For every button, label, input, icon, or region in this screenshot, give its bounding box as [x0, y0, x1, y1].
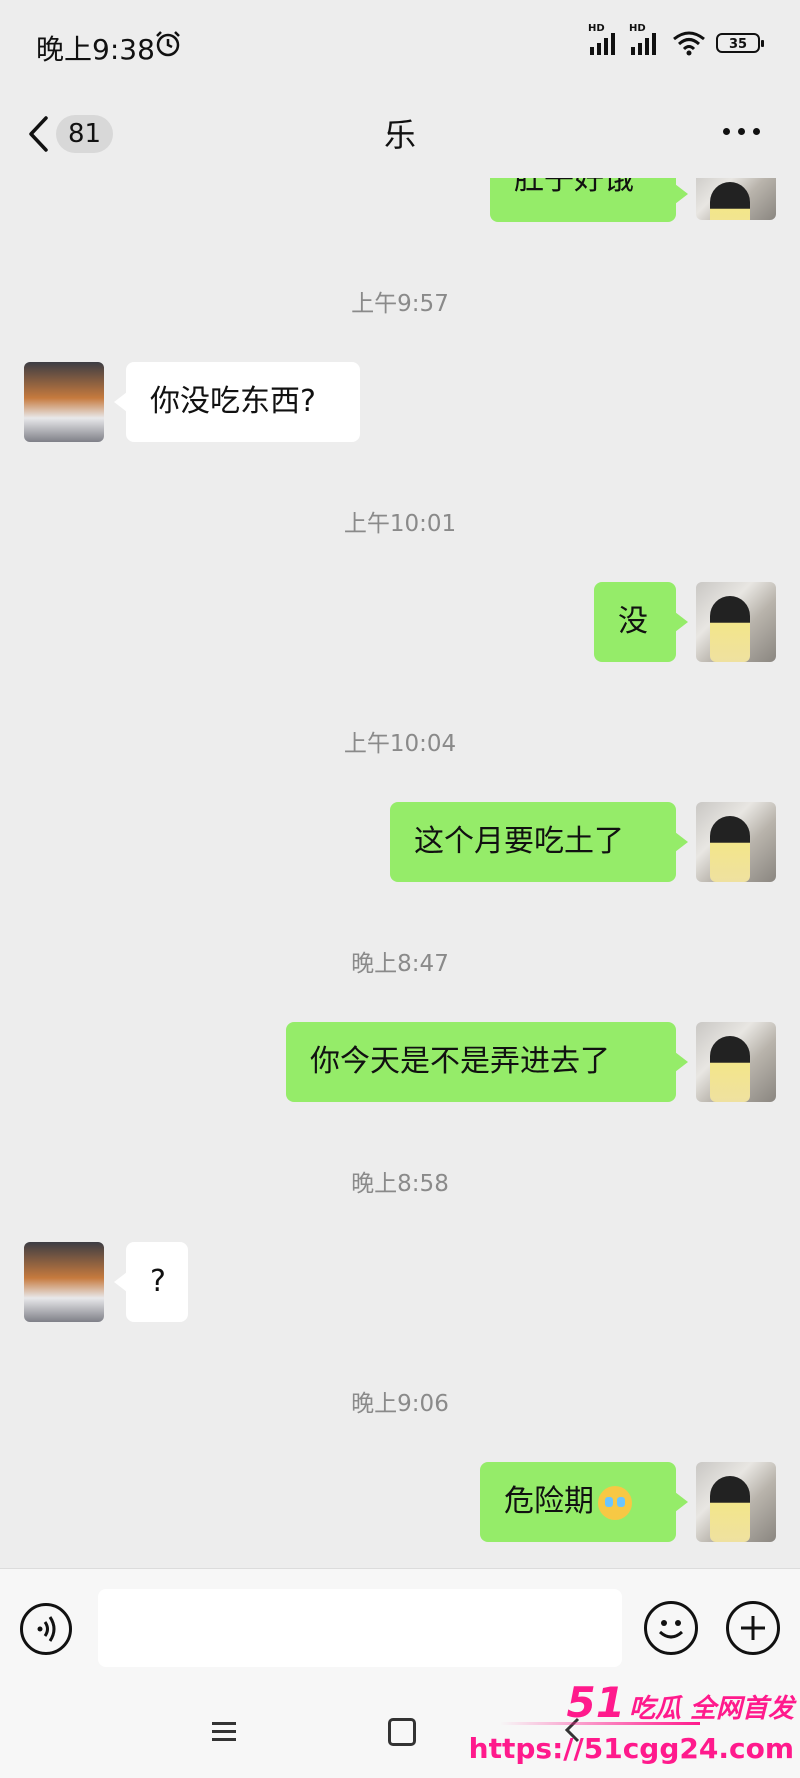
my-avatar[interactable] [696, 178, 776, 220]
wifi-icon [673, 31, 705, 56]
watermark-number: 51 [566, 1678, 625, 1727]
message-timestamp: 晚上9:06 [351, 1391, 449, 1417]
hd-label: HD [588, 23, 605, 34]
message-bubble-sent[interactable]: 你今天是不是弄进去了 [286, 1022, 688, 1102]
voice-icon [37, 1616, 56, 1642]
message-timestamp: 上午10:04 [343, 731, 457, 757]
message-text: 你没吃东西? [150, 384, 316, 419]
my-avatar[interactable] [696, 582, 776, 662]
watermark-brand: 51 吃瓜 全网首发 [566, 1678, 794, 1727]
watermark: 51 吃瓜 全网首发 https://51cgg24.com [469, 1674, 800, 1778]
emoji-icon [658, 1620, 684, 1639]
emoji-button[interactable] [644, 1601, 698, 1655]
hd-label-2: HD [629, 23, 646, 34]
menu-nav-button[interactable] [212, 1722, 236, 1746]
message-timestamp: 晚上8:58 [351, 1171, 449, 1197]
crying-face-emoji-icon [598, 1485, 632, 1520]
battery-level: 35 [728, 37, 748, 52]
message-text: 肚子好饿 [514, 178, 634, 197]
message-bubble-sent[interactable]: 肚子好饿 [490, 178, 688, 222]
input-bar [0, 1568, 800, 1687]
status-icons: HD HD 35 [588, 23, 764, 56]
message-bubble-sent[interactable]: 没 [594, 582, 688, 662]
message-text: 危险期 [504, 1484, 594, 1519]
message-list[interactable]: 肚子好饿 上午9:57 你没吃东西? 上午10:01 没 上午10:04 这个月… [0, 178, 800, 1568]
voice-button[interactable] [20, 1603, 72, 1655]
message-bubble-received[interactable]: ? [114, 1242, 188, 1322]
chat-title: 乐 [383, 116, 416, 154]
message-input[interactable] [98, 1589, 622, 1667]
status-time: 晚上9:38 [36, 33, 155, 66]
plus-button[interactable] [726, 1601, 780, 1655]
watermark-text: 吃瓜 全网首发 [628, 1694, 794, 1724]
message-text: 你今天是不是弄进去了 [310, 1044, 610, 1079]
message-timestamp: 上午10:01 [343, 511, 457, 537]
home-nav-button[interactable] [388, 1718, 416, 1746]
message-bubble-sent[interactable]: 这个月要吃土了 [390, 802, 688, 882]
contact-avatar[interactable] [24, 362, 104, 442]
more-icon-dot [738, 128, 745, 135]
battery-icon: 35 [716, 33, 764, 53]
message-bubble-received[interactable]: 你没吃东西? [114, 362, 360, 442]
message-text: 这个月要吃土了 [414, 824, 624, 859]
more-icon-dot [753, 128, 760, 135]
message-text: 没 [618, 604, 648, 639]
my-avatar[interactable] [696, 1022, 776, 1102]
signal-icon-2: HD [629, 23, 656, 55]
message-bubble-sent[interactable]: 危险期 [480, 1462, 688, 1542]
message-timestamp: 晚上8:47 [351, 951, 449, 977]
message-text: ? [150, 1264, 166, 1299]
my-avatar[interactable] [696, 1462, 776, 1542]
chat-header: 81 乐 [0, 92, 800, 178]
my-avatar[interactable] [696, 802, 776, 882]
more-button[interactable] [723, 128, 760, 135]
alarm-icon [156, 31, 180, 57]
contact-avatar[interactable] [24, 1242, 104, 1322]
more-icon-dot [723, 128, 730, 135]
plus-icon [741, 1616, 765, 1640]
signal-icon: HD [588, 23, 615, 55]
status-bar: 晚上9:38 HD HD 35 [0, 0, 800, 92]
watermark-url: https://51cgg24.com [468, 1732, 794, 1765]
menu-icon [212, 1722, 236, 1725]
message-timestamp: 上午9:57 [351, 291, 449, 317]
